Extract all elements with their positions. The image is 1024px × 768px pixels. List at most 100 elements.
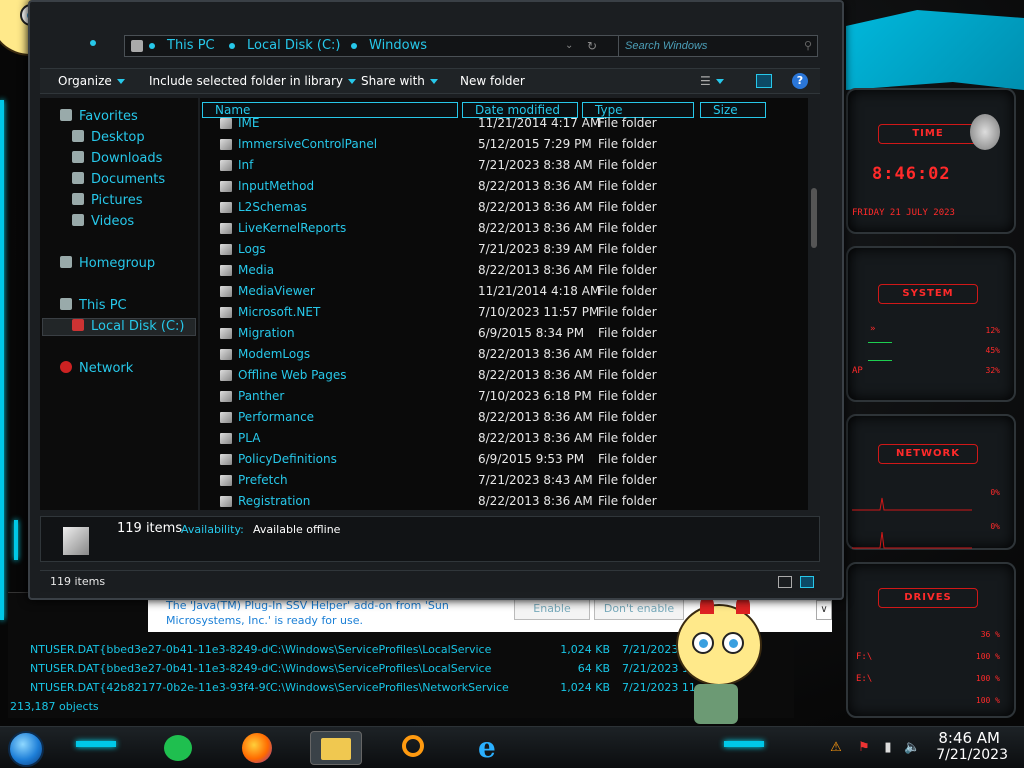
folder-icon [220, 223, 232, 234]
file-row[interactable]: Prefetch 7/21/2023 8:43 AM File folder [200, 470, 800, 491]
file-row[interactable]: Migration 6/9/2015 8:34 PM File folder [200, 323, 800, 344]
address-bar[interactable]: This PC Local Disk (C:) Windows ⌄ ↻ [124, 35, 636, 57]
folder-icon [321, 738, 351, 760]
new-folder-button[interactable]: New folder [460, 69, 525, 93]
details-view-icon[interactable] [778, 576, 792, 588]
file-type: File folder [598, 137, 657, 151]
file-row[interactable]: Microsoft.NET 7/10/2023 11:57 PM File fold… [200, 302, 800, 323]
file-name: IME [238, 116, 260, 130]
file-type: File folder [598, 305, 657, 319]
file-row[interactable]: LiveKernelReports 8/22/2013 8:36 AM File f… [200, 218, 800, 239]
nav-favorites[interactable]: Favorites [60, 108, 138, 126]
file-row[interactable]: Logs 7/21/2023 8:39 AM File folder [200, 239, 800, 260]
breadcrumb-this-pc[interactable]: This PC [167, 36, 215, 56]
file-explorer-window[interactable]: This PC Local Disk (C:) Windows ⌄ ↻ ⚲ Or… [28, 0, 844, 600]
breadcrumb-local-disk[interactable]: Local Disk (C:) [247, 36, 340, 56]
nav-local-disk[interactable]: Local Disk (C:) [72, 318, 184, 336]
refresh-icon[interactable]: ↻ [587, 36, 597, 56]
file-row[interactable]: Inf 7/21/2023 8:38 AM File folder [200, 155, 800, 176]
file-type: File folder [598, 221, 657, 235]
preview-pane-icon[interactable] [756, 74, 772, 88]
nav-documents[interactable]: Documents [72, 171, 165, 189]
nav-this-pc[interactable]: This PC [60, 297, 127, 315]
file-row[interactable]: InputMethod 8/22/2013 8:36 AM File folder [200, 176, 800, 197]
large-icons-view-icon[interactable] [800, 576, 814, 588]
drives-gadget[interactable]: DRIVES 36 % F:\ 100 % 100 % E:\ 100 % [846, 562, 1016, 718]
table-row[interactable]: NTUSER.DAT{42b82177-0b2e-11e3-93f4-90b..… [20, 679, 790, 697]
file-list[interactable]: Name Date modified Type Size IME 11/21/20… [200, 98, 820, 510]
search-icon[interactable]: ⚲ [804, 39, 812, 52]
cpu-bar [868, 342, 892, 343]
network-icon [60, 361, 72, 373]
chevron-down-icon [116, 79, 125, 84]
file-date: 8/22/2013 8:36 AM [478, 347, 593, 361]
notification-chevron-icon[interactable]: ∨ [816, 600, 832, 620]
document-icon [72, 172, 84, 184]
dont-enable-button[interactable]: Don't enable [594, 598, 684, 620]
file-name: PLA [238, 431, 261, 445]
include-in-library-button[interactable]: Include selected folder in library [149, 69, 356, 93]
file-type: File folder [598, 242, 657, 256]
help-icon[interactable]: ? [792, 73, 808, 89]
file-row[interactable]: L2Schemas 8/22/2013 8:36 AM File folder [200, 197, 800, 218]
nav-videos[interactable]: Videos [72, 213, 134, 231]
taskbar-app-search[interactable] [388, 731, 440, 765]
time-gadget-title: TIME [878, 124, 978, 144]
file-row[interactable]: PolicyDefinitions 6/9/2015 9:53 PM File fo… [200, 449, 800, 470]
taskbar-app-notes[interactable] [154, 731, 206, 765]
folder-icon [220, 160, 232, 171]
video-icon [72, 214, 84, 226]
volume-icon[interactable]: 🔈 [904, 741, 920, 755]
file-date: 7/21/2023 8:39 AM [478, 242, 593, 256]
tray-alert-icon[interactable]: ⚠ [828, 741, 844, 755]
network-gadget[interactable]: NETWORK 0% 0% [846, 414, 1016, 550]
file-row[interactable]: MediaViewer 11/21/2014 4:18 AM File folder [200, 281, 800, 302]
nav-downloads[interactable]: Downloads [72, 150, 162, 168]
view-options-icon[interactable]: ☰ [700, 69, 724, 93]
enable-button[interactable]: Enable [514, 598, 590, 620]
nav-desktop[interactable]: Desktop [72, 129, 145, 147]
taskbar-app-explorer[interactable] [310, 731, 362, 765]
taskbar-clock-date[interactable]: 7/21/2023 [936, 747, 1008, 763]
nav-network[interactable]: Network [60, 360, 133, 378]
share-with-button[interactable]: Share with [361, 69, 438, 93]
nav-homegroup[interactable]: Homegroup [60, 255, 155, 273]
search-input[interactable] [618, 35, 818, 57]
file-row[interactable]: PLA 8/22/2013 8:36 AM File folder [200, 428, 800, 449]
back-button-icon[interactable] [90, 40, 96, 46]
file-row[interactable]: ModemLogs 8/22/2013 8:36 AM File folder [200, 344, 800, 365]
system-gadget[interactable]: SYSTEM » 12% 45% AP 32% [846, 246, 1016, 402]
file-type: File folder [598, 347, 657, 361]
vertical-scrollbar[interactable] [808, 98, 820, 510]
flag-icon[interactable]: ⚑ [856, 741, 872, 755]
status-bar: 119 items [40, 570, 820, 592]
taskbar-app-internet-explorer[interactable]: e [466, 731, 518, 765]
file-row[interactable]: Registration 8/22/2013 8:36 AM File folder [200, 491, 800, 510]
file-row[interactable]: IME 11/21/2014 4:17 AM File folder [200, 113, 800, 134]
system-label: AP [852, 366, 863, 376]
file-row[interactable]: Offline Web Pages 8/22/2013 8:36 AM File f… [200, 365, 800, 386]
power-icon[interactable]: ▮ [880, 741, 896, 755]
file-row[interactable]: ImmersiveControlPanel 5/12/2015 7:29 PM Fi… [200, 134, 800, 155]
memory-usage: 45% [985, 346, 1000, 355]
file-name: Migration [238, 326, 295, 340]
file-date: 6/9/2015 9:53 PM [478, 452, 585, 466]
start-button[interactable] [8, 731, 44, 767]
taskbar-app-firefox[interactable] [232, 731, 284, 765]
taskbar-clock-time[interactable]: 8:46 AM [938, 729, 1000, 747]
file-row[interactable]: Performance 8/22/2013 8:36 AM File folder [200, 407, 800, 428]
folder-icon [220, 286, 232, 297]
table-row[interactable]: NTUSER.DAT{bbed3e27-0b41-11e3-8249-d6...… [20, 641, 790, 659]
file-row[interactable]: Panther 7/10/2023 6:18 PM File folder [200, 386, 800, 407]
table-row[interactable]: NTUSER.DAT{bbed3e27-0b41-11e3-8249-d6...… [20, 660, 790, 678]
organize-button[interactable]: Organize [58, 69, 125, 93]
time-gadget[interactable]: TIME 8:46:02 FRIDAY 21 JULY 2023 [846, 88, 1016, 234]
file-type: File folder [598, 368, 657, 382]
address-dropdown-icon[interactable]: ⌄ [565, 36, 573, 56]
file-type: File folder [598, 263, 657, 277]
breadcrumb-windows[interactable]: Windows [369, 36, 427, 56]
nav-pictures[interactable]: Pictures [72, 192, 142, 210]
file-row[interactable]: Media 8/22/2013 8:36 AM File folder [200, 260, 800, 281]
folder-icon [220, 412, 232, 423]
scrollbar-thumb[interactable] [811, 188, 817, 248]
